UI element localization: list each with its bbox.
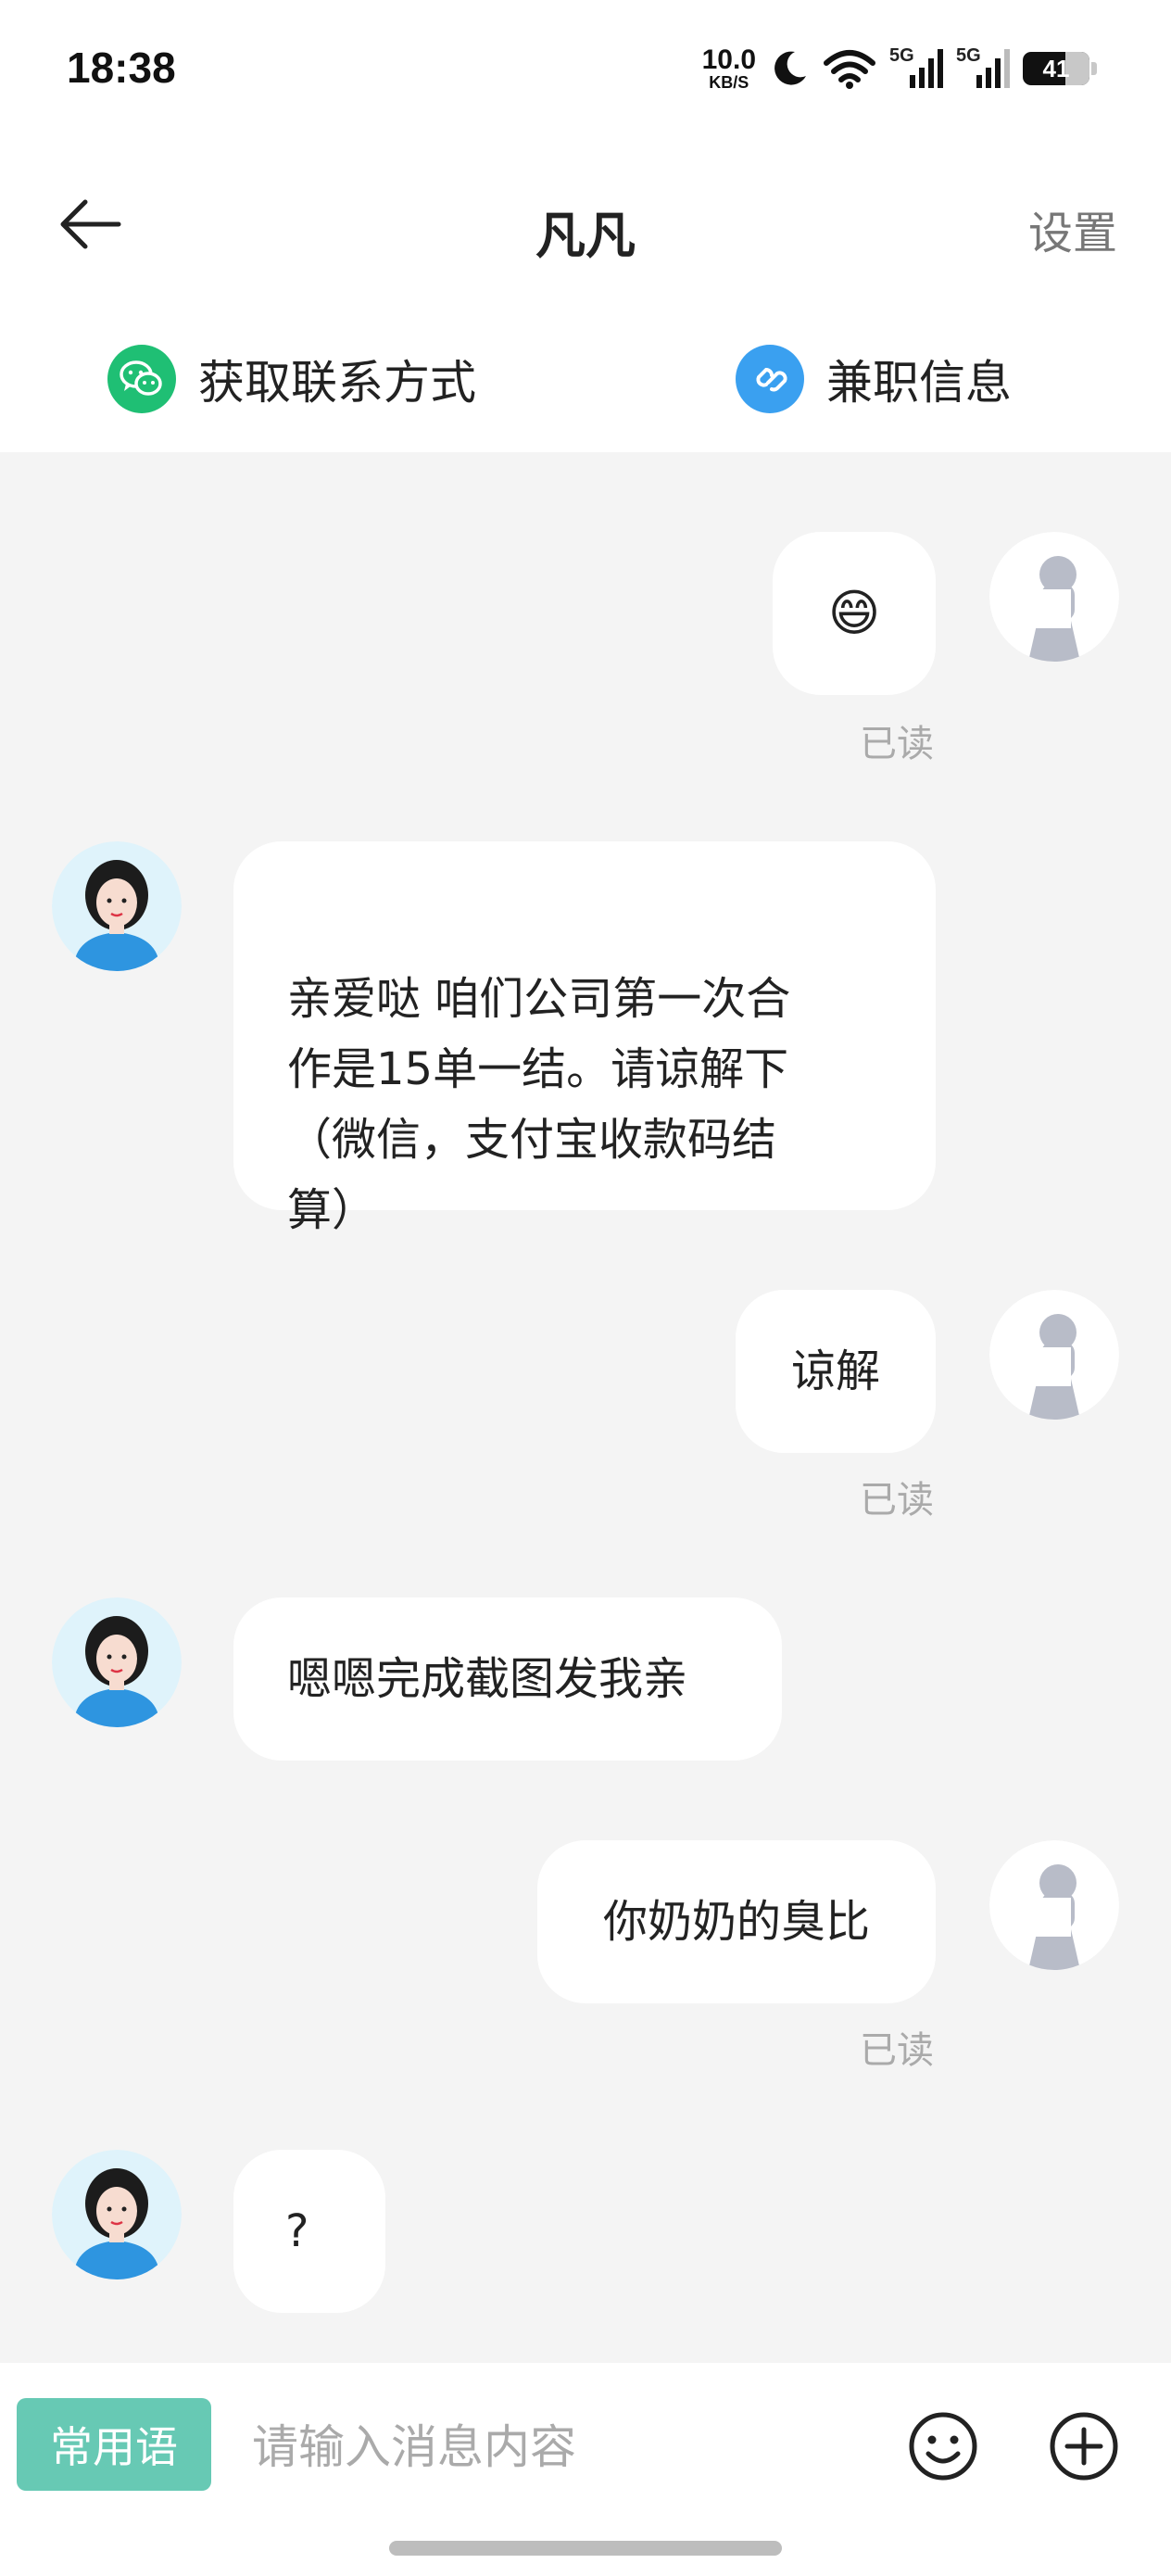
battery-icon: 41 xyxy=(1023,52,1089,85)
wechat-icon xyxy=(107,345,176,413)
read-receipt: 已读 xyxy=(860,1479,934,1522)
status-bar: 18:38 10.0 KB/S 5G 5G 41 xyxy=(0,0,1171,139)
input-bar: 常用语 xyxy=(0,2363,1171,2576)
common-phrases-button[interactable]: 常用语 xyxy=(17,2398,211,2491)
contact-avatar[interactable] xyxy=(52,1597,182,1727)
settings-button[interactable]: 设置 xyxy=(1028,196,1117,261)
status-icons: 10.0 KB/S 5G 5G 41 xyxy=(702,41,1097,96)
signal-icon-1: 5G xyxy=(889,45,943,92)
wifi-icon xyxy=(824,50,875,89)
part-time-info-button[interactable]: 兼职信息 xyxy=(736,345,1012,413)
plus-circle-icon[interactable] xyxy=(1045,2407,1123,2485)
part-time-info-label: 兼职信息 xyxy=(826,356,1012,410)
message-bubble-received[interactable]: ? xyxy=(233,2150,385,2313)
message-bubble-sent[interactable]: 谅解 xyxy=(736,1290,936,1453)
clock: 18:38 xyxy=(67,44,176,92)
my-avatar[interactable] xyxy=(989,1840,1119,1970)
message-input[interactable] xyxy=(250,2400,884,2494)
contact-avatar[interactable] xyxy=(52,2150,182,2279)
link-icon xyxy=(736,345,804,413)
read-receipt: 已读 xyxy=(860,2029,934,2072)
signal-icon-2: 5G xyxy=(956,45,1010,92)
read-receipt: 已读 xyxy=(860,723,934,765)
quick-actions-bar: 获取联系方式 兼职信息 xyxy=(0,306,1171,452)
message-list[interactable]: 😄 已读 亲爱哒 咱们公司第一次合 作是15单一结。请谅解下 （微信，支付宝收款… xyxy=(0,452,1171,2361)
moon-icon xyxy=(774,51,806,85)
my-avatar[interactable] xyxy=(989,532,1119,662)
my-avatar[interactable] xyxy=(989,1290,1119,1420)
chat-header: 凡凡 设置 xyxy=(0,139,1171,306)
smiley-icon[interactable] xyxy=(904,2407,982,2485)
message-bubble-received[interactable]: 嗯嗯完成截图发我亲 xyxy=(233,1597,782,1761)
contact-avatar[interactable] xyxy=(52,841,182,971)
get-contact-button[interactable]: 获取联系方式 xyxy=(107,345,476,413)
chat-title: 凡凡 xyxy=(535,207,636,265)
message-bubble-sent[interactable]: 你奶奶的臭比 xyxy=(537,1840,936,2003)
message-bubble-sent[interactable]: 😄 xyxy=(773,532,936,695)
message-bubble-received[interactable]: 亲爱哒 咱们公司第一次合 作是15单一结。请谅解下 （微信，支付宝收款码结 算） xyxy=(233,841,936,1236)
get-contact-label: 获取联系方式 xyxy=(198,356,476,410)
home-indicator[interactable] xyxy=(389,2541,782,2556)
network-speed: 10.0 KB/S xyxy=(701,44,756,92)
